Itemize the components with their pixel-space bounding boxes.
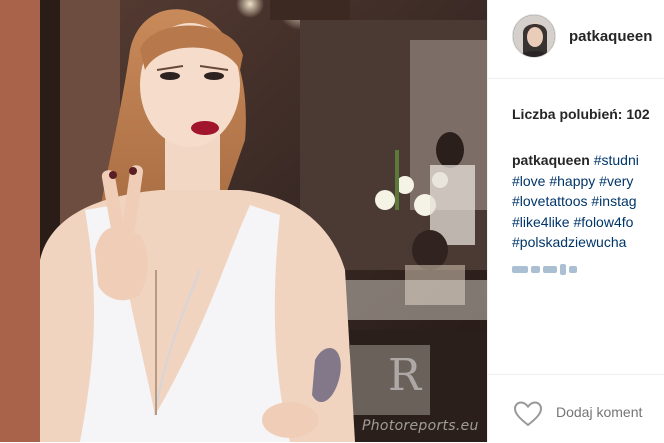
username-link[interactable]: patkaqueen [569, 28, 652, 45]
pixel-block [512, 266, 528, 273]
pixel-block [560, 264, 566, 275]
pixel-block [531, 266, 540, 273]
post-photo[interactable]: R Photoreports.eu [0, 0, 487, 442]
hashtag-link[interactable]: #polskadziewucha [512, 232, 664, 253]
svg-text:R: R [388, 350, 423, 401]
photo-watermark: Photoreports.eu [362, 418, 479, 434]
post-details-panel: patkaqueen Liczba polubień: 102 patkaque… [487, 0, 664, 442]
photo-illustration: R [0, 0, 487, 442]
caption-line-1: patkaqueen #studni [512, 150, 664, 171]
caption-username-link[interactable]: patkaqueen [512, 152, 590, 168]
post-footer [488, 374, 664, 443]
hashtag-link[interactable]: #love #happy #very [512, 171, 664, 192]
avatar-image [513, 15, 555, 57]
likes-count[interactable]: Liczba polubień: 102 [512, 106, 650, 122]
heart-outline-icon[interactable] [512, 398, 544, 430]
add-comment-input[interactable] [556, 404, 664, 420]
post-header: patkaqueen [488, 0, 664, 79]
pixel-block [569, 266, 577, 273]
post-caption: patkaqueen #studni #love #happy #very #l… [512, 150, 664, 253]
pixelated-text [512, 264, 577, 275]
pixel-block [543, 266, 557, 273]
hashtag-link[interactable]: #studni [590, 152, 639, 168]
hashtag-link[interactable]: #lovetattoos #instag [512, 191, 664, 212]
profile-avatar[interactable] [512, 14, 556, 58]
hashtag-link[interactable]: #like4like #folow4fo [512, 212, 664, 233]
